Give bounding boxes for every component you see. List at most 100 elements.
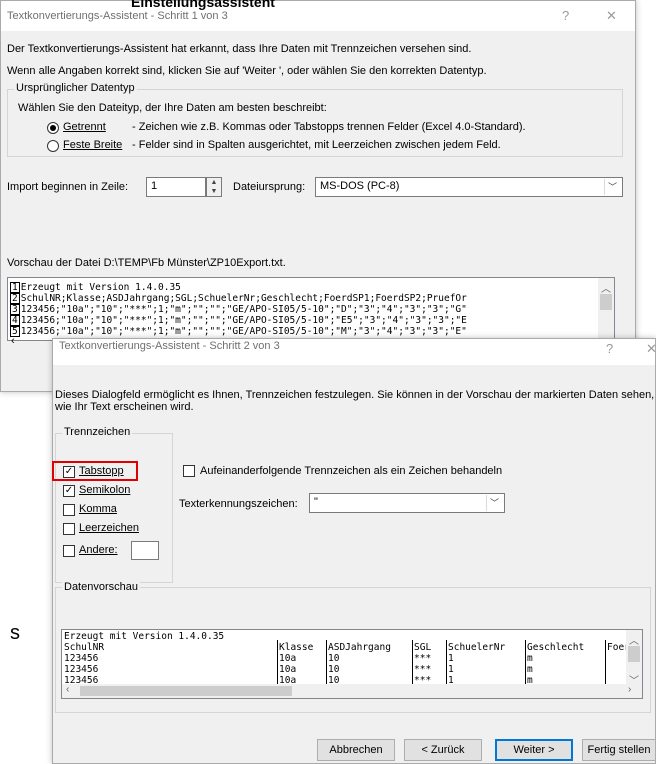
column-header: Klasse bbox=[279, 642, 314, 653]
delimiter-label: Komma bbox=[79, 503, 117, 515]
column-separator[interactable] bbox=[525, 640, 526, 686]
line-text: 123456;"10a";"10";"***";1;"m";"";"";"GE/… bbox=[20, 315, 467, 326]
data-preview-vscroll[interactable]: ︿ ﹀ bbox=[626, 630, 642, 687]
preview-cell: m bbox=[527, 653, 533, 664]
step2-titlebar: ‹ Textkonvertierungs-Assistent - Schritt… bbox=[11, 335, 656, 365]
help-button-2[interactable]: ? bbox=[606, 341, 613, 356]
consecutive-checkbox[interactable] bbox=[183, 465, 195, 477]
close-icon[interactable]: ✕ bbox=[606, 8, 617, 24]
line-number: 1 bbox=[10, 282, 20, 293]
line-text: SchulNR;Klasse;ASDJahrgang;SGL;SchuelerN… bbox=[20, 293, 467, 304]
preview-cell: 1 bbox=[448, 653, 454, 664]
scroll-up-icon[interactable]: ︿ bbox=[629, 632, 639, 647]
column-separator[interactable] bbox=[446, 640, 447, 686]
chevron-down-icon: ﹀ bbox=[486, 495, 502, 511]
preview-cell: 10a bbox=[279, 664, 297, 675]
preview-cell: *** bbox=[414, 664, 432, 675]
radio-getrennt[interactable] bbox=[47, 122, 59, 134]
preview-cell: *** bbox=[414, 653, 432, 664]
preview-cell: 123456 bbox=[64, 664, 99, 675]
datatype-group-label: Ursprünglicher Datentyp bbox=[14, 82, 137, 94]
next-button[interactable]: Weiter > bbox=[495, 739, 573, 761]
preview-line: 1 Erzeugt mit Version 1.4.0.35 bbox=[10, 282, 181, 293]
import-row-spinner[interactable]: ▲ ▼ bbox=[206, 177, 222, 197]
step1-intro-line2: Wenn alle Angaben korrekt sind, klicken … bbox=[7, 65, 487, 77]
column-header: SchulNR bbox=[64, 642, 105, 653]
scroll-thumb[interactable] bbox=[600, 294, 612, 310]
file-preview-scrollbar[interactable]: ︿ bbox=[598, 278, 614, 340]
line-text: 123456;"10a";"10";"***";1;"m";"";"";"GE/… bbox=[20, 326, 467, 337]
delimiter-checkbox[interactable] bbox=[63, 545, 75, 557]
delimiter-group-label: Trennzeichen bbox=[62, 426, 133, 438]
data-preview[interactable]: Erzeugt mit Version 1.4.0.35 SchulNR Klass… bbox=[61, 629, 643, 699]
column-separator[interactable] bbox=[605, 640, 606, 686]
radio-feste-breite-label[interactable]: Feste Breite bbox=[63, 139, 122, 151]
semikolon-highlight bbox=[52, 461, 138, 481]
close-icon-2[interactable]: ✕ bbox=[646, 341, 656, 357]
delimiter-checkbox[interactable] bbox=[63, 504, 75, 516]
preview-cell: 10a bbox=[279, 653, 297, 664]
origin-label: Dateiursprung: bbox=[233, 181, 306, 193]
cropped-heading: Einstellungsassistent bbox=[131, 0, 275, 10]
file-preview[interactable]: 1 Erzeugt mit Version 1.4.0.35 2 SchulNR;Kl… bbox=[7, 277, 615, 341]
hscroll-thumb[interactable] bbox=[80, 686, 292, 696]
import-row-input[interactable]: 1 bbox=[146, 177, 206, 197]
scroll-thumb[interactable] bbox=[628, 646, 640, 662]
delimiter-checkbox[interactable] bbox=[63, 523, 75, 535]
radio-feste-breite-desc: - Felder sind in Spalten ausgerichtet, m… bbox=[132, 139, 501, 151]
column-separator[interactable] bbox=[277, 640, 278, 686]
other-delimiter-input[interactable] bbox=[131, 541, 159, 560]
delimiter-label: Andere: bbox=[79, 544, 118, 556]
help-button[interactable]: ? bbox=[562, 8, 569, 23]
step1-titlebar: Einstellungsassistent Textkonvertierungs… bbox=[1, 0, 635, 31]
datatype-prompt: Wählen Sie den Dateityp, der Ihre Daten … bbox=[18, 102, 327, 114]
import-row-value: 1 bbox=[151, 180, 158, 192]
scroll-left-icon[interactable]: ‹ bbox=[11, 335, 15, 347]
line-number: 4 bbox=[10, 315, 20, 326]
datatype-group: Ursprünglicher Datentyp Wählen Sie den D… bbox=[7, 82, 623, 157]
qualifier-dropdown[interactable]: " ﹀ bbox=[309, 493, 505, 513]
qualifier-label: Texterkennungszeichen: bbox=[179, 498, 298, 510]
step2-intro: Dieses Dialogfeld ermöglicht es Ihnen, T… bbox=[55, 389, 655, 401]
column-separator[interactable] bbox=[412, 640, 413, 686]
step1-title: Textkonvertierungs-Assistent - Schritt 1… bbox=[7, 10, 228, 22]
preview-first-line: Erzeugt mit Version 1.4.0.35 bbox=[64, 631, 225, 642]
step2-intro-2: wie Ihr Text erscheinen wird. bbox=[55, 401, 194, 413]
finish-button[interactable]: Fertig stellen bbox=[582, 739, 656, 761]
cancel-button[interactable]: Abbrechen bbox=[317, 739, 395, 761]
line-text: 123456;"10a";"10";"***";1;"m";"";"";"GE/… bbox=[20, 304, 467, 315]
scroll-up-icon[interactable]: ︿ bbox=[601, 280, 611, 295]
back-button[interactable]: < Zurück bbox=[404, 739, 482, 761]
line-text: Erzeugt mit Version 1.4.0.35 bbox=[20, 282, 181, 293]
delimiter-label: Semikolon bbox=[79, 484, 131, 496]
radio-getrennt-label[interactable]: Getrennt bbox=[63, 121, 106, 133]
column-header: SchuelerNr bbox=[448, 642, 506, 653]
step1-dialog: Einstellungsassistent Textkonvertierungs… bbox=[0, 0, 636, 392]
preview-cell: 123456 bbox=[64, 653, 99, 664]
radio-feste-breite[interactable] bbox=[47, 140, 59, 152]
column-separator[interactable] bbox=[326, 640, 327, 686]
column-header: SGL bbox=[414, 642, 432, 653]
preview-line: 5 123456;"10a";"10";"***";1;"m";"";"";"GE… bbox=[10, 326, 467, 337]
preview-cell: 10 bbox=[328, 653, 340, 664]
delimiter-checkbox[interactable]: ✓ bbox=[63, 485, 75, 497]
background-text: s bbox=[10, 622, 20, 644]
scroll-right-icon[interactable]: › bbox=[628, 684, 631, 695]
radio-getrennt-desc: - Zeichen wie z.B. Kommas oder Tabstopps… bbox=[132, 121, 526, 133]
preview-cell: 10 bbox=[328, 664, 340, 675]
preview-cell: 1 bbox=[448, 664, 454, 675]
preview-cell: m bbox=[527, 664, 533, 675]
qualifier-value: " bbox=[314, 496, 318, 508]
delimiter-label: Leerzeichen bbox=[79, 522, 139, 534]
origin-dropdown[interactable]: MS-DOS (PC-8) ﹀ bbox=[315, 177, 623, 197]
consecutive-label: Aufeinanderfolgende Trennzeichen als ein… bbox=[200, 465, 503, 477]
import-label: Import beginnen in Zeile: bbox=[7, 181, 129, 193]
step1-intro-line1: Der Textkonvertierungs-Assistent hat erk… bbox=[7, 43, 472, 55]
column-header: ASDJahrgang bbox=[328, 642, 391, 653]
data-preview-hscroll[interactable]: ‹ › bbox=[62, 684, 642, 698]
column-header: Geschlecht bbox=[527, 642, 585, 653]
preview-line: 3 123456;"10a";"10";"***";1;"m";"";"";"GE… bbox=[10, 304, 467, 315]
scroll-left-icon[interactable]: ‹ bbox=[66, 684, 69, 695]
data-preview-label: Datenvorschau bbox=[62, 581, 140, 593]
preview-line: 2 SchulNR;Klasse;ASDJahrgang;SGL;Schueler… bbox=[10, 293, 467, 304]
